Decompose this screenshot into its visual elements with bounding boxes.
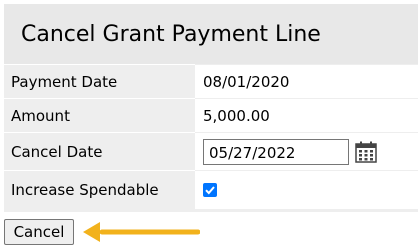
payment-date-row: Payment Date 08/01/2020 (4, 64, 418, 99)
arrow-left-icon (83, 222, 200, 242)
increase-spendable-row: Increase Spendable (4, 170, 418, 209)
cancel-button[interactable]: Cancel (4, 219, 74, 245)
increase-spendable-cell (195, 170, 418, 209)
cancel-date-input[interactable]: 05/27/2022 (203, 138, 349, 165)
amount-label: Amount (4, 98, 195, 133)
payment-date-value: 08/01/2020 (195, 64, 418, 99)
form-table: Payment Date 08/01/2020 Amount 5,000.00 … (4, 64, 418, 209)
page: Cancel Grant Payment Line Payment Date 0… (0, 0, 420, 250)
cancel-payment-dialog: Cancel Grant Payment Line Payment Date 0… (4, 4, 418, 212)
cancel-date-row: Cancel Date 05/27/2022 (4, 132, 418, 171)
payment-date-label: Payment Date (4, 64, 195, 99)
dialog-title: Cancel Grant Payment Line (4, 4, 418, 64)
calendar-icon[interactable] (355, 141, 377, 163)
increase-spendable-label: Increase Spendable (4, 170, 195, 209)
checkmark-icon (205, 186, 215, 195)
increase-spendable-checkbox[interactable] (203, 183, 217, 198)
cancel-date-label: Cancel Date (4, 132, 195, 171)
amount-row: Amount 5,000.00 (4, 98, 418, 133)
amount-value: 5,000.00 (195, 98, 418, 133)
cancel-date-cell: 05/27/2022 (195, 132, 418, 171)
